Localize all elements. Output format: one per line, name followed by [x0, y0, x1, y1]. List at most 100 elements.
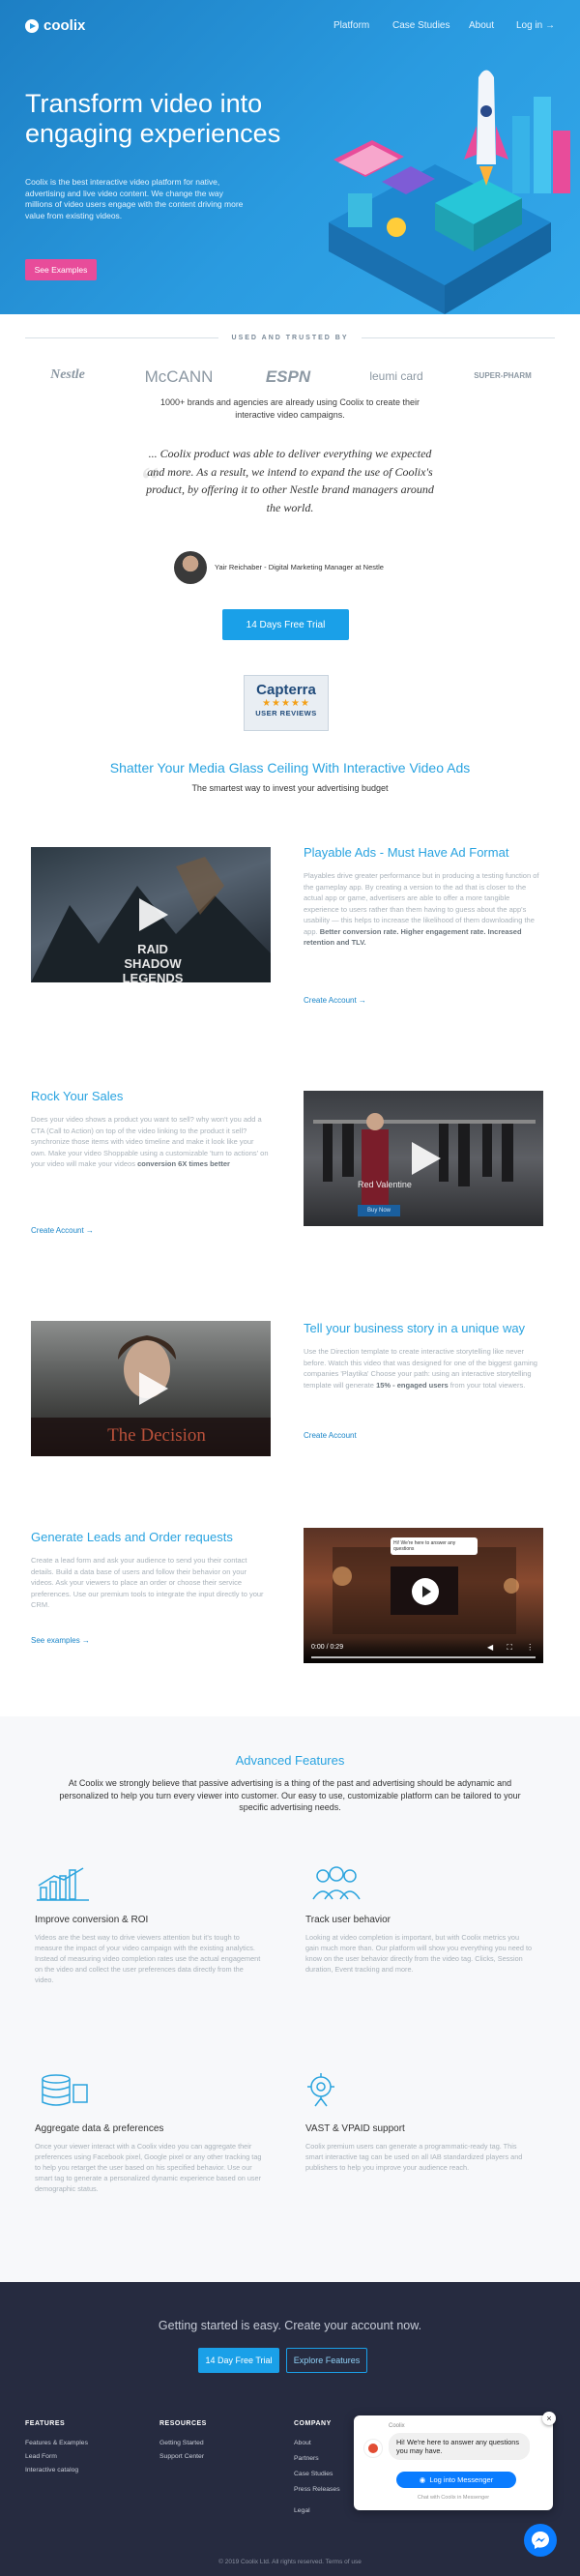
feature-text-conversion: Videos are the best way to drive viewers… — [35, 1933, 261, 1984]
footer-link[interactable]: Case Studies — [294, 2471, 333, 2477]
database-icon — [42, 2074, 88, 2106]
section-text-bold: conversion 6X times better — [137, 1159, 230, 1168]
chat-widget: × Coolix Hi! We're here to answer any qu… — [354, 2412, 556, 2510]
play-icon — [422, 1586, 431, 1597]
section-text-leads: Create a lead form and ask your audience… — [31, 1556, 264, 1609]
shatter-title: Shatter Your Media Glass Ceiling With In… — [109, 760, 471, 776]
video-control-icons[interactable]: ◀ ⛶ ⋮ — [487, 1643, 539, 1653]
section-text-rock: Does your video shows a product you want… — [31, 1114, 271, 1170]
feature-title-aggregate: Aggregate data & preferences — [35, 2123, 164, 2134]
footer-link[interactable]: Legal — [294, 2507, 310, 2514]
capterra-badge[interactable]: Capterra ★★★★★ USER REVIEWS — [244, 675, 329, 731]
logo[interactable]: coolix — [25, 17, 85, 34]
vast-icon — [307, 2073, 334, 2107]
capterra-label: USER REVIEWS — [255, 709, 317, 717]
footer-link[interactable]: Features & Examples — [25, 2440, 88, 2446]
nav-about[interactable]: About — [469, 20, 494, 31]
play-button[interactable] — [412, 1578, 439, 1605]
feature-text-aggregate: Once your viewer interact with a Coolix … — [35, 2142, 262, 2193]
video-caption: The Decision — [107, 1425, 206, 1446]
logo-text: coolix — [44, 17, 86, 34]
video-leads[interactable]: Hi! We're here to answer any questions 0… — [304, 1528, 543, 1663]
footer-col-features-heading: FEATURES — [25, 2420, 66, 2427]
video-playable-ads[interactable]: RAID SHADOW LEGENDS — [31, 847, 271, 982]
create-account-link-2[interactable]: Create Account → — [31, 1226, 94, 1235]
section-text-bold: Better conversion rate. Higher engagemen… — [304, 926, 522, 948]
create-account-link-3[interactable]: Create Account — [304, 1431, 357, 1440]
section-text-story: Use the Direction template to create int… — [304, 1346, 543, 1390]
chat-message: Hi! We're here to answer any questions y… — [389, 2433, 530, 2460]
footer-link[interactable]: Interactive catalog — [25, 2467, 78, 2474]
messenger-login-label: Log into Messenger — [429, 2475, 494, 2484]
video-popup: Hi! We're here to answer any questions — [391, 1537, 478, 1555]
brand-logo-superpharm: SUPER-PHARM — [474, 371, 532, 380]
feature-text-behavior: Looking at video completion is important… — [305, 1933, 533, 1974]
hero-description: Coolix is the best interactive video pla… — [25, 177, 244, 220]
play-icon[interactable] — [412, 1142, 441, 1175]
capterra-name: Capterra — [256, 682, 316, 698]
footer-link[interactable]: About — [294, 2440, 311, 2446]
brand-logo-espn: ESPN — [265, 367, 311, 386]
messenger-launcher[interactable] — [524, 2524, 557, 2557]
advanced-title: Advanced Features — [235, 1753, 345, 1768]
brands-subtitle: 1000+ brands and agencies are already us… — [160, 397, 420, 420]
video-caption: Red Valentine — [358, 1180, 412, 1189]
video-story[interactable]: The Decision — [31, 1321, 271, 1456]
hero-section: coolix Platform Case Studies About Log i… — [0, 0, 580, 314]
star-rating-icon: ★★★★★ — [262, 698, 310, 709]
footer-cta-title: Getting started is easy. Create your acc… — [158, 2319, 422, 2332]
buy-now-button[interactable]: Buy Now — [358, 1205, 401, 1216]
see-examples-link[interactable]: See examples → — [31, 1636, 90, 1645]
section-text-tail: from your total viewers. — [448, 1380, 526, 1390]
testimonial-author: Yair Reichaber - Digital Marketing Manag… — [215, 563, 384, 571]
users-icon — [312, 1866, 361, 1900]
brand-logo-nestle: Nestle — [50, 367, 85, 382]
footer-link[interactable]: Press Releases — [294, 2486, 340, 2493]
close-icon[interactable]: × — [542, 2412, 556, 2425]
avatar — [174, 551, 207, 584]
nav-case-studies[interactable]: Case Studies — [392, 20, 450, 31]
chart-icon — [37, 1867, 89, 1901]
section-title-rock: Rock Your Sales — [31, 1089, 124, 1103]
hero-title: Transform video into engaging experience… — [25, 89, 281, 148]
footer-col-resources-heading: RESOURCES — [160, 2420, 207, 2427]
advanced-description: At Coolix we strongly believe that passi… — [59, 1778, 521, 1812]
section-title-leads: Generate Leads and Order requests — [31, 1530, 233, 1544]
brand-logo-mccann: McCANN — [144, 367, 214, 386]
feature-title-conversion: Improve conversion & ROI — [35, 1915, 149, 1925]
section-title-playable: Playable Ads - Must Have Ad Format — [304, 845, 509, 860]
footer-link[interactable]: Lead Form — [25, 2453, 57, 2460]
footer-link[interactable]: Partners — [294, 2455, 319, 2462]
footer-trial-button[interactable]: 14 Day Free Trial — [198, 2348, 279, 2373]
play-icon[interactable] — [139, 898, 168, 931]
play-icon[interactable] — [139, 1372, 168, 1405]
explore-features-button[interactable]: Explore Features — [286, 2348, 367, 2373]
video-time: 0:00 / 0:29 — [311, 1644, 344, 1651]
footer-link[interactable]: Support Center — [160, 2453, 204, 2460]
divider-right — [362, 337, 555, 338]
top-nav: coolix Platform Case Studies About Log i… — [0, 17, 580, 37]
section-text-playable: Playables drive greater performance but … — [304, 870, 543, 949]
chat-name: Coolix — [389, 2423, 405, 2429]
create-account-link-1[interactable]: Create Account → — [304, 996, 366, 1005]
chat-avatar — [363, 2439, 383, 2458]
video-rock-sales[interactable]: Red Valentine Buy Now — [304, 1091, 543, 1226]
see-examples-button[interactable]: See Examples — [25, 259, 97, 280]
footer-link[interactable]: Getting Started — [160, 2440, 204, 2446]
free-trial-button[interactable]: 14 Days Free Trial — [222, 609, 349, 640]
feature-title-vast: VAST & VPAID support — [305, 2123, 405, 2134]
video-progress-bar[interactable] — [311, 1656, 536, 1658]
nav-login[interactable]: Log in → — [516, 20, 555, 31]
logo-icon — [25, 18, 39, 33]
messenger-login-button[interactable]: ◉ Log into Messenger — [396, 2472, 516, 2488]
messenger-icon: ◉ — [419, 2475, 426, 2484]
section-text-bold: 15% - engaged users — [376, 1380, 449, 1390]
nav-platform[interactable]: Platform — [334, 20, 369, 31]
feature-text-vast: Coolix premium users can generate a prog… — [305, 2142, 523, 2172]
chat-small-text: Chat with Coolix in Messenger — [417, 2495, 490, 2501]
footer-col-company-heading: COMPANY — [294, 2420, 332, 2427]
section-title-story: Tell your business story in a unique way — [304, 1321, 526, 1335]
messenger-icon — [532, 2532, 549, 2549]
copyright: © 2019 Coolix Ltd. All rights reserved. … — [218, 2559, 362, 2565]
feature-title-behavior: Track user behavior — [305, 1915, 391, 1925]
